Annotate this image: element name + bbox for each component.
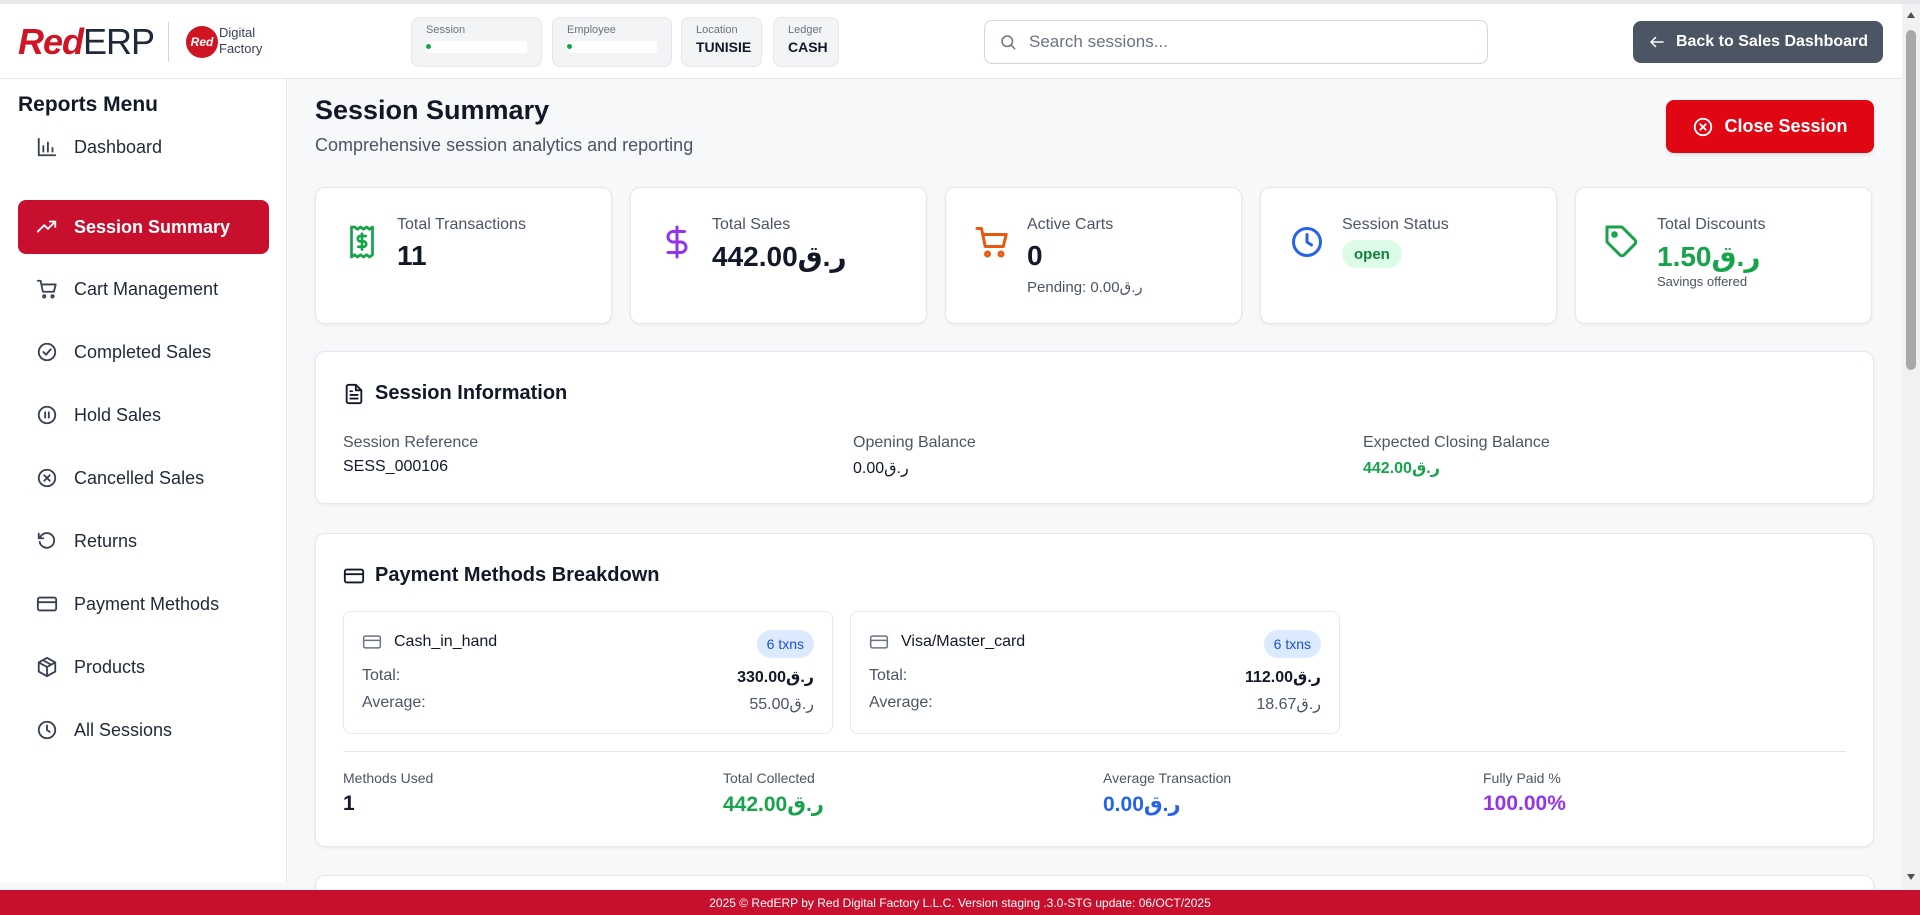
session-value-masked [426,41,527,53]
sidebar-title: Reports Menu [18,93,159,116]
sidebar-item-products[interactable]: Products [18,640,269,694]
package-icon [37,656,57,678]
savings-caption: Savings offered [1657,274,1748,289]
payment-methods-card: Payment Methods Breakdown Cash_in_hand 6… [315,533,1874,847]
page-subtitle: Comprehensive session analytics and repo… [315,135,694,155]
sidebar-item-hold-sales[interactable]: Hold Sales [18,388,269,442]
rotate-ccw-icon [37,532,56,549]
cart-icon [36,279,57,299]
pause-circle-icon [37,405,57,425]
tag-icon [1605,225,1638,258]
fully-paid-value: 100.00% [1483,792,1566,815]
bar-chart-icon [37,137,57,157]
stat-card-total-discounts: Total Discounts 1.50ر.ق Savings offered [1575,187,1872,324]
total-transactions-value: 11 [397,240,427,271]
employee-value-masked [567,41,657,53]
stat-card-total-transactions: Total Transactions 11 [315,187,612,324]
footer: 2025 © RedERP by Red Digital Factory L.L… [0,890,1920,915]
sidebar-item-session-summary[interactable]: Session Summary [18,200,269,254]
back-to-sales-dashboard-button[interactable]: Back to Sales Dashboard [1633,21,1883,63]
file-text-icon [345,383,363,404]
app-header: Red ERP Red Digital Factory Session Emplo… [0,4,1902,79]
credit-card-icon [362,635,382,649]
sidebar-item-completed-sales[interactable]: Completed Sales [18,325,269,379]
sidebar-item-dashboard[interactable]: Dashboard [18,120,269,174]
scroll-thumb[interactable] [1906,30,1916,370]
ledger-chip: Ledger CASH [773,17,839,67]
status-badge: open [1342,240,1402,268]
digital-factory-text: Digital Factory [219,25,263,56]
rederp-logo[interactable]: Red ERP [18,21,155,62]
x-circle-icon [37,468,57,488]
location-chip: Location TUNISIE [681,17,762,67]
check-circle-icon [37,342,57,362]
opening-balance-value: 0.00ر.ق [853,460,909,477]
total-collected-value: 442.00ر.ق [723,793,824,816]
credit-card-icon [343,568,365,583]
stat-card-session-status: Session Status open [1260,187,1557,324]
session-reference-value: SESS_000106 [343,458,448,475]
expected-closing-balance-value: 442.00ر.ق [1363,460,1440,477]
txns-badge: 6 txns [756,630,814,658]
section-title-session-information: Session Information [343,382,567,405]
scroll-down-arrow[interactable] [1907,874,1915,880]
arrow-left-icon [1650,36,1664,48]
search-input[interactable] [1029,32,1487,52]
x-circle-icon [1694,117,1713,136]
reports-sidebar: Reports Menu Dashboard Session Summary C… [0,79,287,882]
section-title-payment-methods: Payment Methods Breakdown [343,564,660,587]
page-title: Session Summary [315,95,550,125]
page-scrollbar[interactable] [1902,4,1920,890]
sidebar-item-returns[interactable]: Returns [18,514,269,568]
digital-factory-logo: Red [186,26,218,58]
close-session-button[interactable]: Close Session [1666,100,1874,153]
session-chip: Session [411,17,542,67]
session-information-card: Session Information Session Reference SE… [315,351,1874,504]
payment-method-visa-mastercard[interactable]: Visa/Master_card 6 txns Total: 112.00ر.ق … [850,611,1340,734]
total-discounts-value: 1.50ر.ق [1657,241,1761,272]
dollar-icon [666,225,688,259]
total-sales-value: 442.00ر.ق [712,241,847,272]
txns-badge: 6 txns [1263,630,1321,658]
active-carts-value: 0 [1027,240,1043,271]
sidebar-item-all-sessions[interactable]: All Sessions [18,703,269,757]
stat-card-active-carts: Active Carts 0 Pending: 0.00ر.ق [945,187,1242,324]
average-transaction-value: 0.00ر.ق [1103,793,1181,816]
search-icon [1001,35,1016,50]
search-box[interactable] [984,20,1488,64]
credit-card-icon [36,596,58,612]
credit-card-icon [869,635,889,649]
trending-up-icon [36,220,57,233]
employee-chip: Employee [552,17,672,67]
pending-amount: Pending: 0.00ر.ق [1027,279,1143,296]
scroll-up-arrow[interactable] [1907,12,1915,18]
main-content: Session Summary Comprehensive session an… [288,79,1902,915]
methods-used-value: 1 [343,792,355,815]
clock-icon [1292,227,1322,257]
cart-icon [975,227,1008,258]
sidebar-item-cart-management[interactable]: Cart Management [18,262,269,316]
payment-method-cash[interactable]: Cash_in_hand 6 txns Total: 330.00ر.ق Aver… [343,611,833,734]
logo-divider [168,22,169,62]
receipt-dollar-icon [350,225,374,259]
sidebar-item-cancelled-sales[interactable]: Cancelled Sales [18,451,269,505]
stat-card-total-sales: Total Sales 442.00ر.ق [630,187,927,324]
divider [343,751,1846,752]
sidebar-item-payment-methods[interactable]: Payment Methods [18,577,269,631]
clock-icon [37,720,57,740]
